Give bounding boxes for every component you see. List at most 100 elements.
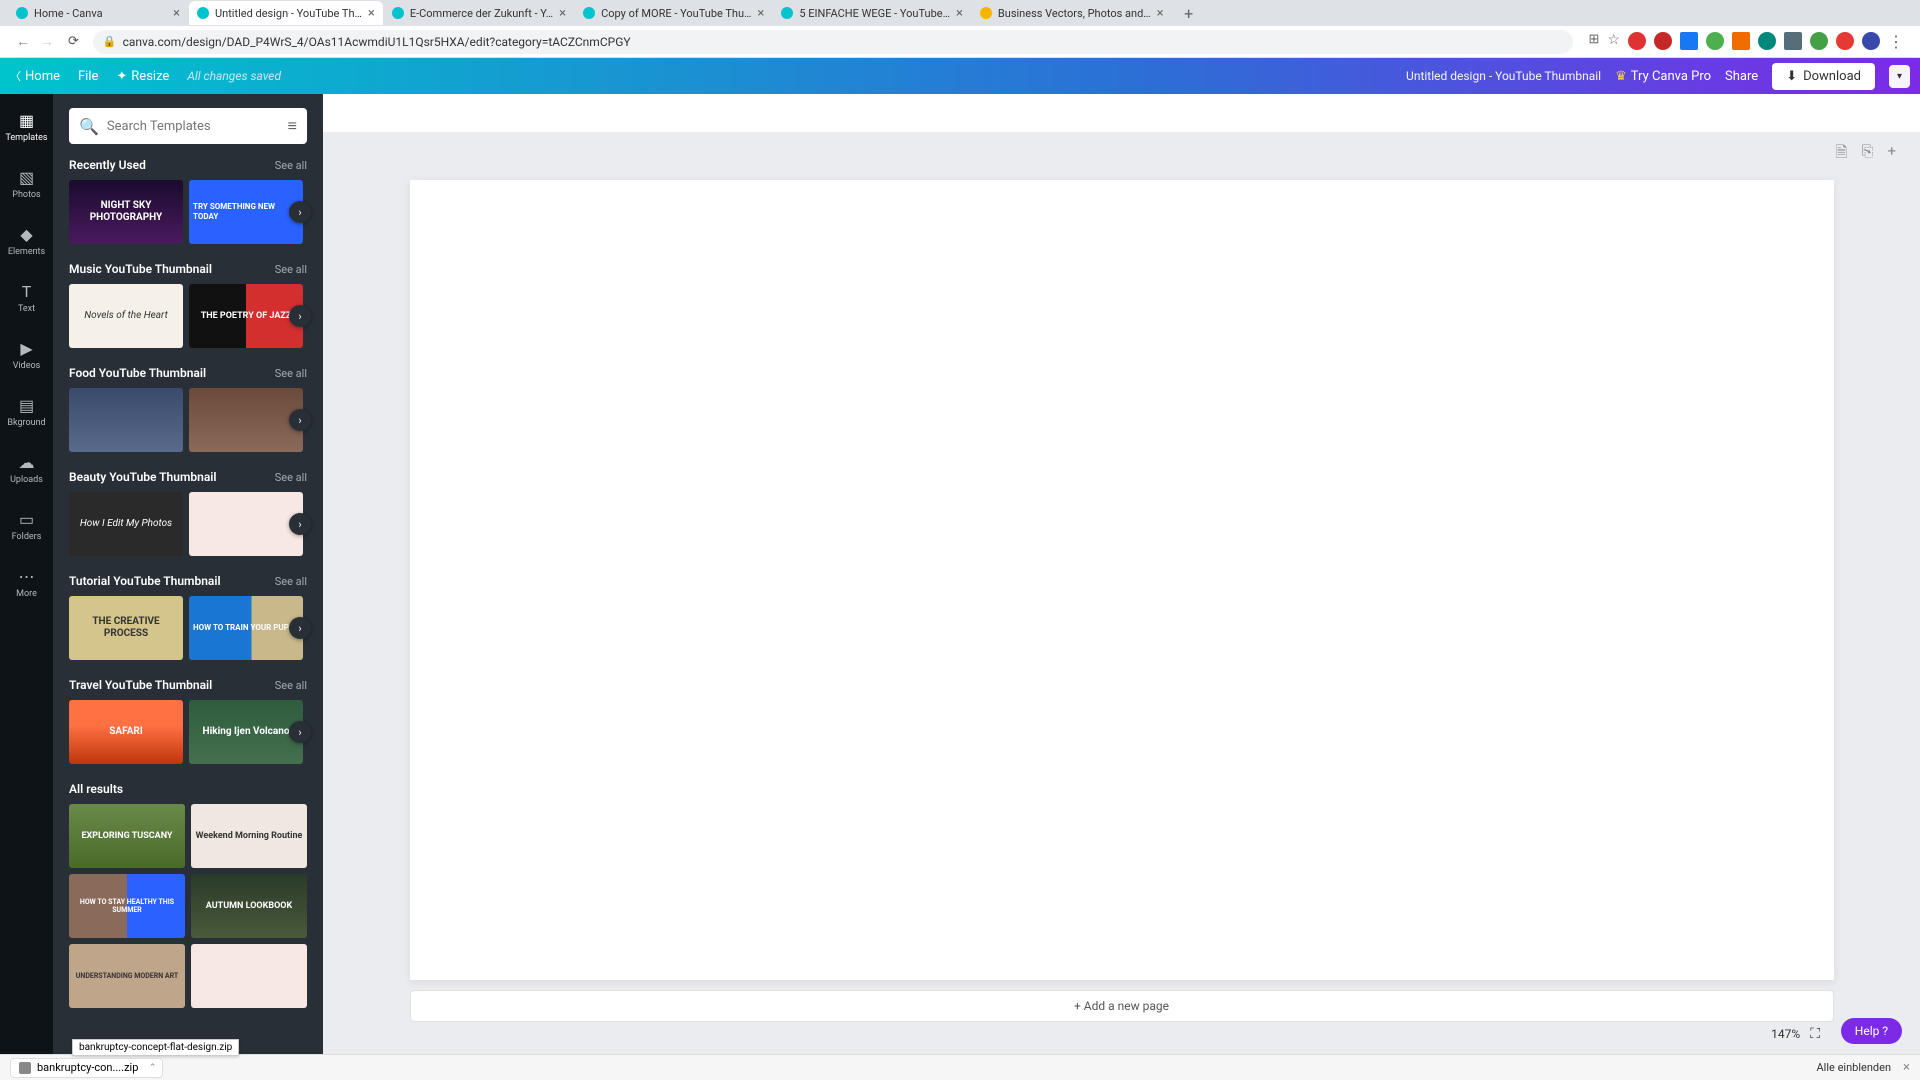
browser-tab[interactable]: Home - Canva× <box>8 1 188 25</box>
browser-tab[interactable]: E-Commerce der Zukunft - Y…× <box>384 1 574 25</box>
menu-icon[interactable]: ⋮ <box>1888 32 1904 51</box>
template-thumb[interactable]: HOW TO TRAIN YOUR PUPPY <box>189 596 303 660</box>
file-menu[interactable]: File <box>78 69 98 84</box>
see-all-link[interactable]: See all <box>275 575 307 588</box>
ext-icon[interactable] <box>1836 32 1854 50</box>
search-input[interactable] <box>107 119 288 134</box>
template-thumb[interactable]: TRY SOMETHING NEW TODAY <box>189 180 303 244</box>
scroll-right-button[interactable]: › <box>289 305 311 327</box>
see-all-link[interactable]: See all <box>275 367 307 380</box>
template-thumb[interactable]: Hiking Ijen Volcano <box>189 700 303 764</box>
design-title[interactable]: Untitled design - YouTube Thumbnail <box>1406 69 1601 83</box>
see-all-link[interactable]: See all <box>275 679 307 692</box>
avatar[interactable] <box>1862 32 1880 50</box>
templates-panel: 🔍 ≡ Recently Used See all NIGHT SKY PHOTO… <box>53 94 323 1054</box>
home-button[interactable]: 〈 Home <box>10 68 60 84</box>
download-options-button[interactable]: ▾ <box>1889 65 1910 88</box>
see-all-link[interactable]: See all <box>275 471 307 484</box>
close-icon[interactable]: × <box>757 6 764 21</box>
download-chip[interactable]: bankruptcy-con....zip ⌃ <box>10 1058 163 1078</box>
template-thumb[interactable]: How I Edit My Photos <box>69 492 183 556</box>
notes-icon[interactable]: 🗎 <box>1835 142 1847 167</box>
search-input-wrap[interactable]: 🔍 ≡ <box>69 108 307 144</box>
ext-icon[interactable] <box>1784 32 1802 50</box>
zoom-level[interactable]: 147% <box>1771 1027 1800 1041</box>
template-thumb[interactable]: AUTUMN LOOKBOOK <box>191 874 307 938</box>
template-thumb[interactable] <box>69 388 183 452</box>
template-thumb[interactable]: THE CREATIVE PROCESS <box>69 596 183 660</box>
close-icon[interactable]: × <box>1903 1060 1910 1075</box>
templates-icon: ▦ <box>17 110 37 130</box>
url-input[interactable]: 🔒 canva.com/design/DAD_P4WrS_4/OAs11Acwm… <box>93 30 1573 54</box>
template-thumb[interactable] <box>189 492 303 556</box>
duplicate-icon[interactable]: ⎘ <box>1861 142 1873 167</box>
rail-videos[interactable]: ▶Videos <box>0 334 53 375</box>
design-canvas[interactable] <box>410 180 1834 980</box>
rail-templates[interactable]: ▦Templates <box>0 106 53 147</box>
rail-more[interactable]: ⋯More <box>0 562 53 603</box>
close-icon[interactable]: × <box>559 6 566 21</box>
template-thumb[interactable]: EXPLORING TUSCANY <box>69 804 185 868</box>
scroll-right-button[interactable]: › <box>289 201 311 223</box>
browser-tab[interactable]: Copy of MORE - YouTube Thu…× <box>575 1 772 25</box>
rail-uploads[interactable]: ☁Uploads <box>0 448 53 489</box>
new-tab-button[interactable]: + <box>1179 3 1199 23</box>
bookmark-icon[interactable]: ☆ <box>1607 32 1620 51</box>
template-thumb[interactable]: Weekend Morning Routine <box>191 804 307 868</box>
chevron-left-icon: 〈 <box>10 68 21 84</box>
rail-background[interactable]: ▤Bkground <box>0 391 53 432</box>
template-thumb[interactable]: Novels of the Heart <box>69 284 183 348</box>
close-icon[interactable]: × <box>956 6 963 21</box>
section-title: Recently Used <box>69 158 146 172</box>
template-thumb[interactable]: SAFARI <box>69 700 183 764</box>
browser-tab-active[interactable]: Untitled design - YouTube Th…× <box>189 1 383 25</box>
add-page-button[interactable]: + Add a new page <box>410 990 1834 1022</box>
translate-icon[interactable]: ⊞ <box>1589 32 1600 51</box>
ext-icon[interactable] <box>1706 32 1724 50</box>
template-thumb[interactable]: NIGHT SKY PHOTOGRAPHY <box>69 180 183 244</box>
rail-elements[interactable]: ◆Elements <box>0 220 53 261</box>
chevron-up-icon[interactable]: ⌃ <box>149 1063 157 1073</box>
scroll-right-button[interactable]: › <box>289 513 311 535</box>
try-pro-button[interactable]: ♛ Try Canva Pro <box>1615 69 1711 84</box>
close-icon[interactable]: × <box>1157 6 1164 21</box>
download-button[interactable]: ⬇ Download <box>1772 63 1875 90</box>
back-button[interactable]: ← <box>16 33 30 50</box>
scroll-right-button[interactable]: › <box>289 721 311 743</box>
search-icon: 🔍 <box>79 117 99 136</box>
rail-photos[interactable]: ▧Photos <box>0 163 53 204</box>
rail-folders[interactable]: ▭Folders <box>0 505 53 546</box>
ext-icon[interactable] <box>1628 32 1646 50</box>
template-thumb[interactable] <box>189 388 303 452</box>
app-top-bar: 〈 Home File ✦ Resize All changes saved U… <box>0 58 1920 94</box>
show-all-downloads[interactable]: Alle einblenden <box>1817 1061 1892 1074</box>
browser-tab[interactable]: Business Vectors, Photos and…× <box>972 1 1172 25</box>
share-button[interactable]: Share <box>1725 69 1758 84</box>
template-thumb[interactable]: UNDERSTANDING MODERN ART <box>69 944 185 1008</box>
ext-icon[interactable] <box>1654 32 1672 50</box>
ext-icon[interactable] <box>1732 32 1750 50</box>
lock-icon: 🔒 <box>103 35 117 48</box>
scroll-right-button[interactable]: › <box>289 409 311 431</box>
resize-button[interactable]: ✦ Resize <box>116 69 169 84</box>
rail-text[interactable]: TText <box>0 277 53 318</box>
see-all-link[interactable]: See all <box>275 159 307 172</box>
download-icon: ⬇ <box>1786 69 1797 84</box>
forward-button[interactable]: → <box>40 33 54 50</box>
scroll-right-button[interactable]: › <box>289 617 311 639</box>
ext-icon[interactable] <box>1810 32 1828 50</box>
add-page-icon[interactable]: + <box>1887 142 1896 167</box>
close-icon[interactable]: × <box>173 6 180 21</box>
see-all-link[interactable]: See all <box>275 263 307 276</box>
template-thumb[interactable] <box>191 944 307 1008</box>
help-button[interactable]: Help ? <box>1841 1018 1902 1044</box>
fullscreen-icon[interactable]: ⛶ <box>1810 1026 1820 1042</box>
browser-tab[interactable]: 5 EINFACHE WEGE - YouTube…× <box>773 1 971 25</box>
template-thumb[interactable]: HOW TO STAY HEALTHY THIS SUMMER <box>69 874 185 938</box>
ext-icon[interactable] <box>1758 32 1776 50</box>
reload-button[interactable]: ⟳ <box>62 34 85 49</box>
close-icon[interactable]: × <box>368 6 375 21</box>
ext-icon[interactable] <box>1680 32 1698 50</box>
filter-icon[interactable]: ≡ <box>288 116 297 136</box>
template-thumb[interactable]: THE POETRY OF JAZZ <box>189 284 303 348</box>
